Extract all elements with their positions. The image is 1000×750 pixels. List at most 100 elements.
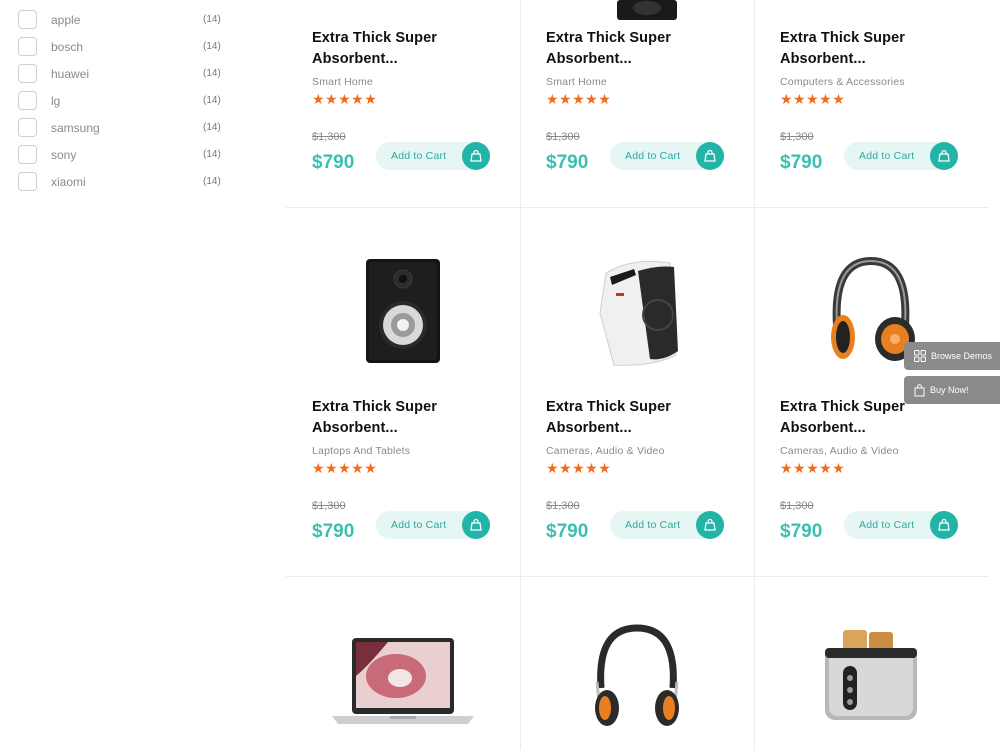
brand-count: (14) (203, 95, 221, 106)
brand-checkbox[interactable] (18, 91, 37, 110)
product-image[interactable] (286, 257, 520, 365)
add-to-cart-button[interactable]: Add to Cart (844, 511, 958, 539)
toaster-icon (825, 630, 917, 720)
price: $790 (780, 521, 823, 542)
product-category: Laptops And Tablets (312, 445, 411, 457)
brand-filter-samsung[interactable]: samsung (14) (18, 114, 228, 141)
laptop-icon (332, 638, 474, 724)
shopping-bag-icon (696, 511, 724, 539)
old-price: $1,300 (780, 131, 814, 143)
brand-filter-apple[interactable]: apple (14) (18, 6, 228, 33)
brand-filter-list: apple (14) bosch (14) huawei (14) lg (14… (18, 6, 228, 195)
shopping-bag-icon (930, 142, 958, 170)
old-price: $1,300 (546, 500, 580, 512)
rating-stars: ★★★★★ (312, 460, 378, 476)
product-title[interactable]: Extra Thick Super Absorbent... (780, 28, 960, 70)
old-price: $1,300 (312, 500, 346, 512)
product-title[interactable]: Extra Thick Super Absorbent... (546, 397, 726, 439)
product-category: Computers & Accessories (780, 76, 905, 88)
brand-label: apple (51, 12, 81, 27)
brand-filter-huawei[interactable]: huawei (14) (18, 60, 228, 87)
add-to-cart-label: Add to Cart (859, 150, 915, 162)
brand-checkbox[interactable] (18, 64, 37, 83)
product-image[interactable] (286, 636, 520, 728)
add-to-cart-label: Add to Cart (625, 150, 681, 162)
product-image[interactable] (520, 255, 754, 373)
product-card[interactable]: Extra Thick Super Absorbent... Smart Hom… (520, 0, 754, 207)
add-to-cart-button[interactable]: Add to Cart (610, 511, 724, 539)
brand-label: huawei (51, 66, 90, 81)
brand-filter-sony[interactable]: sony (14) (18, 141, 228, 168)
add-to-cart-button[interactable]: Add to Cart (376, 511, 490, 539)
brand-checkbox[interactable] (18, 145, 37, 164)
rating-stars: ★★★★★ (312, 91, 378, 107)
price: $790 (546, 152, 589, 173)
brand-count: (14) (203, 149, 221, 160)
product-image[interactable] (754, 626, 988, 724)
old-price: $1,300 (312, 131, 346, 143)
product-card[interactable] (754, 576, 988, 750)
rating-stars: ★★★★★ (780, 91, 846, 107)
product-title[interactable]: Extra Thick Super Absorbent... (312, 397, 492, 439)
brand-checkbox[interactable] (18, 37, 37, 56)
add-to-cart-button[interactable]: Add to Cart (376, 142, 490, 170)
brand-label: lg (51, 93, 61, 108)
brand-count: (14) (203, 41, 221, 52)
brand-checkbox[interactable] (18, 118, 37, 137)
brand-count: (14) (203, 176, 221, 187)
add-to-cart-label: Add to Cart (859, 519, 915, 531)
add-to-cart-label: Add to Cart (625, 519, 681, 531)
brand-label: samsung (51, 120, 100, 135)
buy-now-button[interactable]: Buy Now! (904, 376, 1000, 404)
product-image[interactable] (520, 0, 754, 24)
rating-stars: ★★★★★ (546, 91, 612, 107)
add-to-cart-label: Add to Cart (391, 150, 447, 162)
headphones-icon (595, 624, 679, 726)
product-card[interactable]: Extra Thick Super Absorbent... Computers… (754, 0, 988, 207)
speaker-icon (617, 0, 677, 20)
price: $790 (546, 521, 589, 542)
brand-checkbox[interactable] (18, 10, 37, 29)
price: $790 (312, 521, 355, 542)
product-card[interactable]: Extra Thick Super Absorbent... Laptops A… (286, 207, 520, 576)
product-card[interactable]: Extra Thick Super Absorbent... Cameras, … (520, 207, 754, 576)
product-grid: Extra Thick Super Absorbent... Smart Hom… (286, 0, 988, 750)
brand-label: bosch (51, 39, 84, 54)
browse-demos-button[interactable]: Browse Demos (904, 342, 1000, 370)
speaker-icon (366, 259, 440, 363)
old-price: $1,300 (780, 500, 814, 512)
brand-label: xiaomi (51, 174, 86, 189)
add-to-cart-button[interactable]: Add to Cart (844, 142, 958, 170)
rating-stars: ★★★★★ (780, 460, 846, 476)
brand-filter-xiaomi[interactable]: xiaomi (14) (18, 168, 228, 195)
rating-stars: ★★★★★ (546, 460, 612, 476)
brand-count: (14) (203, 14, 221, 25)
product-card[interactable]: Extra Thick Super Absorbent... Smart Hom… (286, 0, 520, 207)
product-title[interactable]: Extra Thick Super Absorbent... (312, 28, 492, 70)
brand-label: sony (51, 147, 77, 162)
old-price: $1,300 (546, 131, 580, 143)
shredder-icon (599, 260, 678, 366)
grid-icon (914, 350, 926, 362)
buy-now-label: Buy Now! (930, 385, 969, 395)
price: $790 (312, 152, 355, 173)
price: $790 (780, 152, 823, 173)
shopping-bag-icon (930, 511, 958, 539)
product-image[interactable] (520, 622, 754, 732)
product-category: Cameras, Audio & Video (546, 445, 665, 457)
product-title[interactable]: Extra Thick Super Absorbent... (546, 28, 726, 70)
brand-checkbox[interactable] (18, 172, 37, 191)
product-card[interactable] (286, 576, 520, 750)
add-to-cart-label: Add to Cart (391, 519, 447, 531)
brand-filter-bosch[interactable]: bosch (14) (18, 33, 228, 60)
shopping-bag-icon (462, 511, 490, 539)
product-category: Smart Home (546, 76, 607, 88)
shopping-bag-icon (462, 142, 490, 170)
browse-demos-label: Browse Demos (931, 351, 993, 361)
brand-count: (14) (203, 68, 221, 79)
brand-filter-lg[interactable]: lg (14) (18, 87, 228, 114)
add-to-cart-button[interactable]: Add to Cart (610, 142, 724, 170)
shopping-bag-icon (914, 383, 925, 396)
product-card[interactable] (520, 576, 754, 750)
brand-count: (14) (203, 122, 221, 133)
